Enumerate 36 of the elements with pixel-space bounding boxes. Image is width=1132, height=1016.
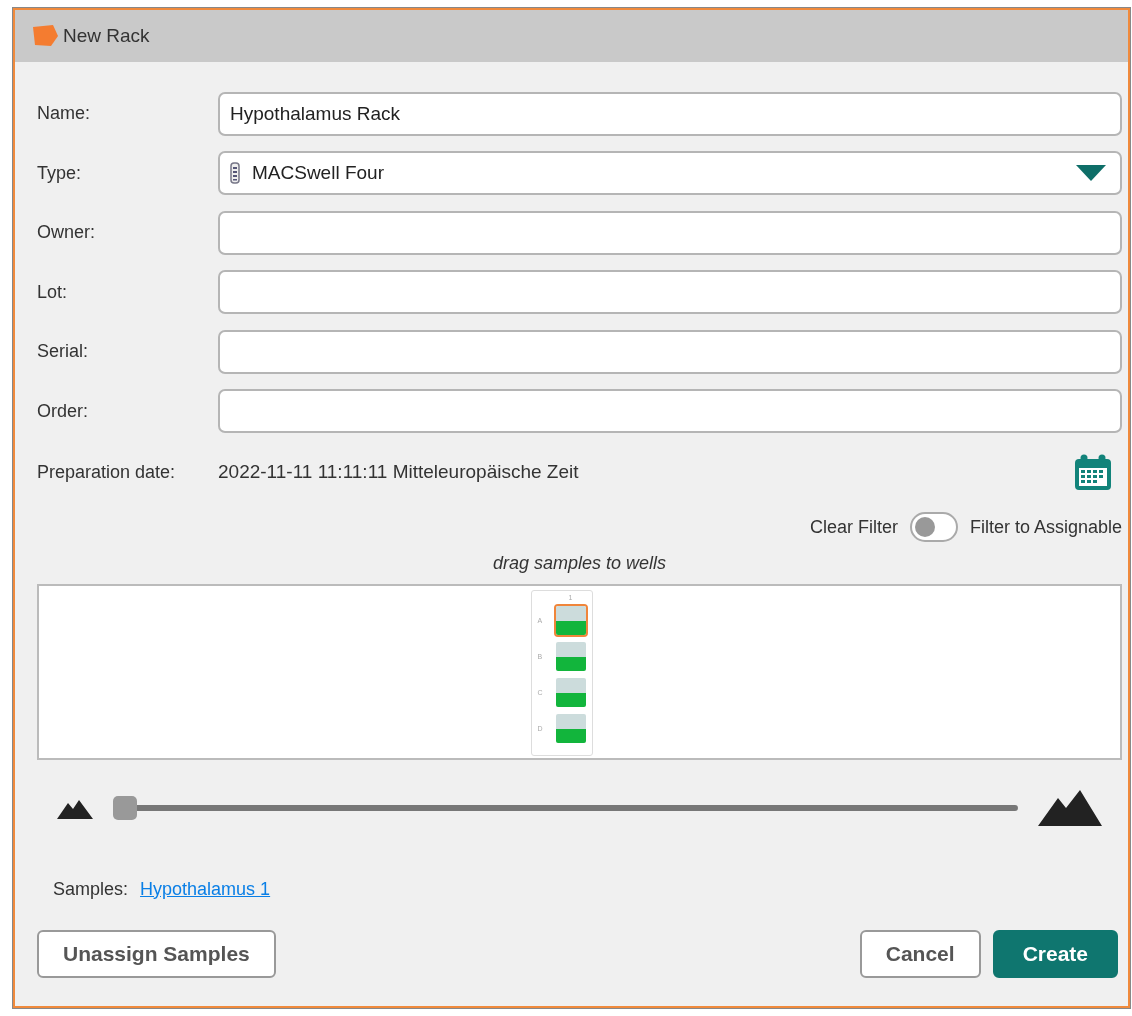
input-field[interactable] — [218, 329, 1122, 374]
calendar-icon[interactable] — [1074, 453, 1112, 491]
field-label: Order: — [37, 400, 89, 422]
dropdown-value: MACSwell Four — [252, 162, 385, 185]
clear-filter-label: Clear Filter — [809, 516, 898, 538]
tube-rack-icon — [230, 162, 240, 185]
field-label: Serial: — [37, 341, 90, 363]
type-dropdown[interactable]: MACSwell Four — [218, 151, 1122, 196]
well[interactable] — [553, 712, 588, 745]
input-field[interactable] — [218, 389, 1122, 434]
create-button[interactable]: Create — [992, 930, 1118, 978]
date-value: 2022-11-11 11:11:11 Mitteleuropäische Zeit — [218, 461, 580, 483]
input-field[interactable] — [218, 270, 1122, 315]
window-title: New Rack — [63, 25, 150, 47]
zoom-in-icon[interactable] — [1038, 790, 1102, 826]
cancel-button[interactable]: Cancel — [859, 930, 981, 978]
input-field[interactable]: Hypothalamus Rack — [218, 91, 1122, 136]
unassign-button[interactable]: Unassign Samples — [37, 930, 276, 978]
field-label: Type: — [37, 162, 83, 184]
caret-icon — [1076, 165, 1106, 182]
slider-thumb[interactable] — [113, 796, 137, 820]
date-label: Preparation date: — [37, 461, 177, 483]
field-label: Lot: — [37, 281, 69, 303]
filter-toggle[interactable] — [909, 512, 958, 542]
field-label: Name: — [37, 103, 91, 125]
assignable-filter-label: Filter to Assignable — [969, 516, 1122, 538]
well[interactable] — [553, 604, 588, 637]
sample-link[interactable]: Hypothalamus 1 — [140, 878, 271, 900]
field-label: Owner: — [37, 222, 97, 244]
well[interactable] — [553, 640, 588, 673]
input-field[interactable] — [218, 210, 1122, 255]
app-logo-icon — [31, 24, 59, 48]
samples-label: Samples: — [53, 878, 129, 900]
drag-hint: drag samples to wells — [491, 553, 668, 574]
zoom-slider[interactable] — [113, 796, 1018, 820]
well[interactable] — [553, 676, 588, 709]
